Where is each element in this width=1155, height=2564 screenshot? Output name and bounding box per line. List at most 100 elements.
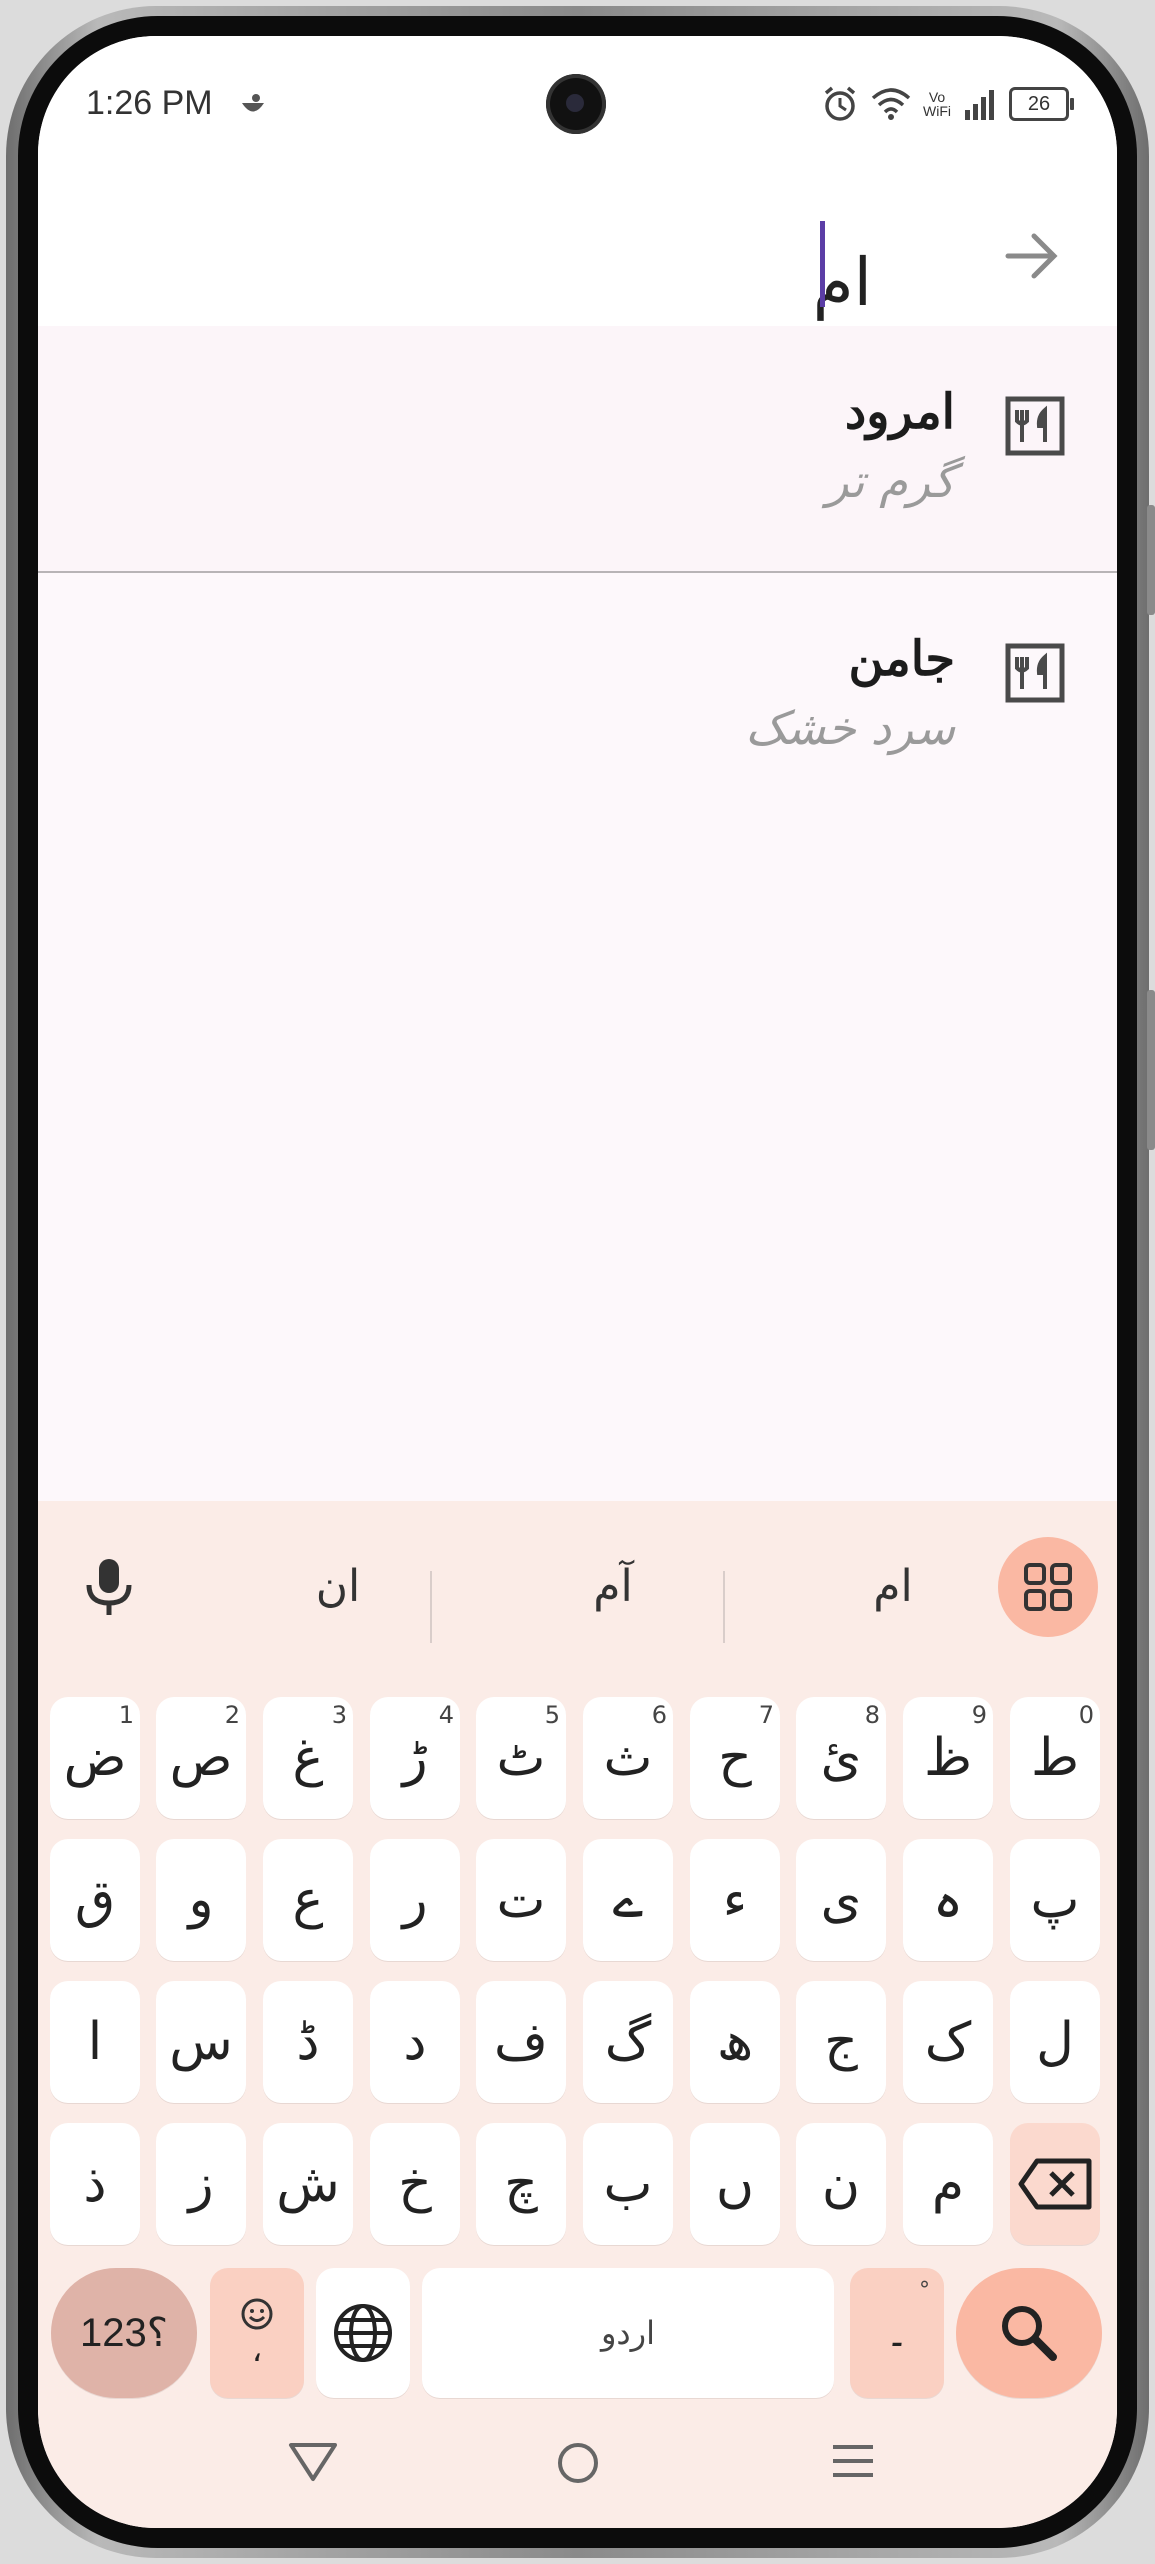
result-item[interactable]: امرود گرم تر <box>38 326 1117 573</box>
result-item[interactable]: جامن سرد خشک <box>38 573 1117 818</box>
key[interactable]: ن <box>796 2123 886 2245</box>
back-icon[interactable] <box>283 2431 343 2491</box>
period-alt-hint: ° <box>919 2278 930 2303</box>
key-label: د <box>403 2012 427 2072</box>
key-number-hint: 4 <box>438 1701 454 1729</box>
space-key[interactable]: اردو <box>422 2268 834 2398</box>
key-number-hint: 0 <box>1078 1701 1094 1729</box>
language-key[interactable] <box>316 2268 410 2398</box>
key[interactable]: ے <box>583 1839 673 1961</box>
battery-indicator: 26 <box>1009 87 1074 121</box>
key-label: ء <box>722 1870 748 1930</box>
key[interactable]: ی <box>796 1839 886 1961</box>
key[interactable]: ر <box>370 1839 460 1961</box>
key[interactable]: ح7 <box>690 1697 780 1819</box>
key[interactable]: ظ9 <box>903 1697 993 1819</box>
key[interactable]: م <box>903 2123 993 2245</box>
keyboard: ان آم ام ط0ظ9ئ8ح7ث6ٹ5ڑ4غ3ص2ض1پہیءےترعوقل… <box>38 1501 1117 2528</box>
vowifi-indicator: Vo WiFi <box>923 90 951 118</box>
status-bar: 1:26 PM Vo WiFi 26 <box>38 36 1117 156</box>
suggestion-item[interactable]: ام <box>793 1561 993 1612</box>
key[interactable]: خ <box>370 2123 460 2245</box>
notification-app-icon <box>242 94 264 112</box>
key-label: ے <box>612 1870 644 1930</box>
key[interactable]: ع <box>263 1839 353 1961</box>
key[interactable]: ڑ4 <box>370 1697 460 1819</box>
key[interactable]: ض1 <box>50 1697 140 1819</box>
microphone-icon[interactable] <box>74 1551 144 1621</box>
recents-menu-icon[interactable] <box>823 2431 883 2491</box>
key-label: چ <box>504 2154 538 2214</box>
numbers-symbols-key[interactable]: ؟123 <box>51 2268 197 2398</box>
key[interactable]: ک <box>903 1981 993 2103</box>
key-number-hint: 9 <box>971 1701 987 1729</box>
arrow-forward-icon[interactable] <box>1002 226 1062 286</box>
key-label: ک <box>924 2012 972 2072</box>
key-label: ت <box>496 1870 546 1930</box>
key-label: ن <box>821 2154 861 2214</box>
emoji-comma-key[interactable]: ، <box>210 2268 304 2398</box>
key-label: ڈ <box>296 2012 320 2072</box>
key[interactable]: پ <box>1010 1839 1100 1961</box>
key[interactable]: ذ <box>50 2123 140 2245</box>
apps-grid-button[interactable] <box>998 1537 1098 1637</box>
key[interactable]: ف <box>476 1981 566 2103</box>
key-label: ق <box>74 1870 116 1930</box>
backspace-icon <box>1018 2158 1092 2210</box>
key-label: پ <box>1030 1870 1080 1930</box>
key-label: ب <box>603 2154 653 2214</box>
key[interactable]: گ <box>583 1981 673 2103</box>
key[interactable]: ہ <box>903 1839 993 1961</box>
home-icon[interactable] <box>548 2431 608 2491</box>
key[interactable]: ڈ <box>263 1981 353 2103</box>
key[interactable]: ت <box>476 1839 566 1961</box>
key-label: ہ <box>932 1870 964 1930</box>
key[interactable]: ء <box>690 1839 780 1961</box>
key-label: ع <box>292 1870 324 1930</box>
key-label: ث <box>603 1728 653 1788</box>
navigation-bar <box>38 2401 1117 2528</box>
period-key[interactable]: ۔ ° <box>850 2268 944 2398</box>
key[interactable]: ھ <box>690 1981 780 2103</box>
key[interactable]: ص2 <box>156 1697 246 1819</box>
key[interactable]: ث6 <box>583 1697 673 1819</box>
key[interactable]: د <box>370 1981 460 2103</box>
key[interactable]: ا <box>50 1981 140 2103</box>
key-label: ص <box>169 1728 233 1788</box>
vowifi-bottom-label: WiFi <box>923 103 951 119</box>
suggestion-item[interactable]: ان <box>238 1561 438 1612</box>
key[interactable]: غ3 <box>263 1697 353 1819</box>
key-number-hint: 3 <box>331 1701 347 1729</box>
search-icon <box>1002 2306 1057 2361</box>
key[interactable]: و <box>156 1839 246 1961</box>
key-label: ل <box>1036 2012 1074 2072</box>
key-label: گ <box>604 2012 652 2072</box>
key-label: ں <box>715 2154 755 2214</box>
key-number-hint: 8 <box>864 1701 880 1729</box>
key[interactable]: ب <box>583 2123 673 2245</box>
key-label: ش <box>276 2154 340 2214</box>
globe-icon <box>334 2304 392 2362</box>
alarm-icon <box>824 86 856 121</box>
key-label: و <box>188 1870 214 1930</box>
key-label: ز <box>188 2154 214 2214</box>
key[interactable]: ط0 <box>1010 1697 1100 1819</box>
key[interactable]: ش <box>263 2123 353 2245</box>
suggestion-item[interactable]: آم <box>513 1561 713 1612</box>
system-icons: Vo WiFi 26 <box>821 84 1074 124</box>
key[interactable]: ں <box>690 2123 780 2245</box>
key[interactable]: ج <box>796 1981 886 2103</box>
wifi-icon <box>871 88 911 120</box>
key[interactable]: ٹ5 <box>476 1697 566 1819</box>
key[interactable]: چ <box>476 2123 566 2245</box>
emoji-icon <box>241 2298 273 2330</box>
key[interactable]: ئ8 <box>796 1697 886 1819</box>
backspace-key[interactable] <box>1010 2123 1100 2245</box>
search-key[interactable] <box>956 2268 1102 2398</box>
key-label: س <box>169 2012 233 2072</box>
key[interactable]: ز <box>156 2123 246 2245</box>
key[interactable]: س <box>156 1981 246 2103</box>
key[interactable]: ق <box>50 1839 140 1961</box>
key-label: ی <box>820 1870 862 1930</box>
key[interactable]: ل <box>1010 1981 1100 2103</box>
